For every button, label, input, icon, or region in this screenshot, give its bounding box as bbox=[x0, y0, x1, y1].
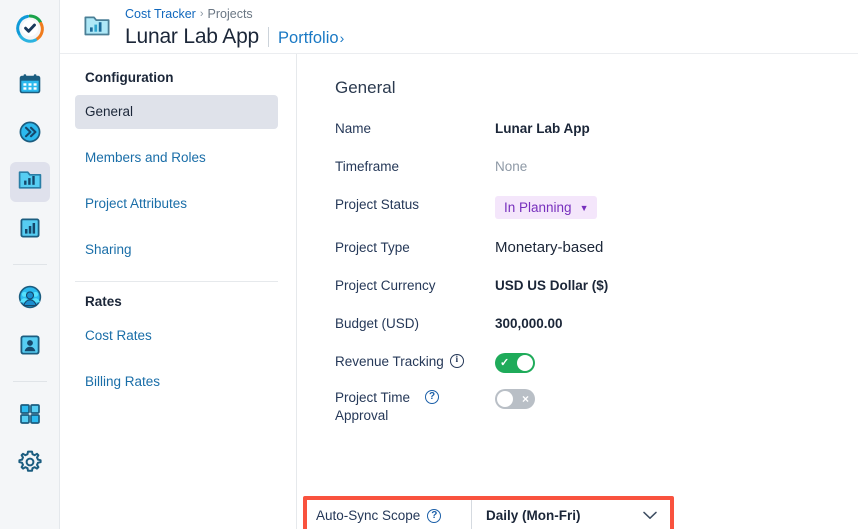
settings-sidebar: Configuration General Members and Roles … bbox=[60, 54, 297, 529]
sidebar-section-configuration-title: Configuration bbox=[75, 70, 278, 85]
field-row-project-status: Project Status In Planning ▼ bbox=[335, 196, 858, 219]
auto-sync-scope-dropdown[interactable]: Daily (Mon-Fri) bbox=[472, 500, 670, 529]
people-group-icon bbox=[17, 284, 43, 315]
page-header: Cost Tracker › Projects Lunar Lab App Po… bbox=[60, 0, 858, 54]
field-row-name: Name Lunar Lab App bbox=[335, 120, 858, 138]
field-label-project-type: Project Type bbox=[335, 239, 495, 257]
rail-item-settings[interactable] bbox=[10, 444, 50, 484]
field-label-project-currency: Project Currency bbox=[335, 277, 495, 295]
field-row-revenue-tracking: Revenue Tracking i ✓ bbox=[335, 353, 858, 373]
status-badge[interactable]: In Planning ▼ bbox=[495, 196, 597, 219]
status-badge-label: In Planning bbox=[504, 200, 572, 215]
field-label-project-status: Project Status bbox=[335, 196, 495, 214]
folder-chart-icon bbox=[17, 167, 43, 198]
field-row-project-type: Project Type Monetary-based bbox=[335, 239, 858, 257]
portfolio-label: Portfolio bbox=[278, 29, 339, 47]
field-label-auto-sync-scope: Auto-Sync Scope bbox=[316, 508, 420, 523]
field-row-budget: Budget (USD) 300,000.00 bbox=[335, 315, 858, 333]
field-value-project-type[interactable]: Monetary-based bbox=[495, 239, 603, 257]
sidebar-item-project-attributes[interactable]: Project Attributes bbox=[75, 187, 278, 221]
auto-sync-scope-highlight: Auto-Sync Scope ? Daily (Mon-Fri) bbox=[303, 496, 674, 529]
field-label-revenue-tracking: Revenue Tracking i bbox=[335, 353, 495, 371]
breadcrumb-current[interactable]: Projects bbox=[208, 7, 253, 22]
project-time-approval-toggle[interactable]: × bbox=[495, 389, 535, 409]
sidebar-item-sharing[interactable]: Sharing bbox=[75, 233, 278, 267]
field-value-name[interactable]: Lunar Lab App bbox=[495, 120, 590, 138]
info-icon[interactable]: i bbox=[450, 354, 464, 368]
field-label-name: Name bbox=[335, 120, 495, 138]
rail-separator-1 bbox=[13, 264, 47, 265]
auto-sync-scope-label-cell: Auto-Sync Scope ? bbox=[307, 500, 472, 529]
field-value-budget[interactable]: 300,000.00 bbox=[495, 315, 563, 333]
content-region: Cost Tracker › Projects Lunar Lab App Po… bbox=[60, 0, 858, 529]
field-row-project-currency: Project Currency USD US Dollar ($) bbox=[335, 277, 858, 295]
title-divider bbox=[268, 27, 269, 47]
chevron-down-icon: ▼ bbox=[580, 203, 589, 213]
field-label-timeframe: Timeframe bbox=[335, 158, 495, 176]
toggle-knob bbox=[517, 355, 533, 371]
breadcrumb-separator: › bbox=[200, 7, 204, 22]
field-row-timeframe: Timeframe None bbox=[335, 158, 858, 176]
header-text-block: Cost Tracker › Projects Lunar Lab App Po… bbox=[125, 4, 344, 50]
chevron-down-icon bbox=[643, 508, 657, 523]
general-settings-panel: General Name Lunar Lab App Timeframe Non… bbox=[297, 54, 858, 529]
user-card-icon bbox=[18, 333, 42, 362]
rail-item-apps[interactable] bbox=[10, 396, 50, 436]
field-label-project-time-approval: Project Time Approval ? bbox=[335, 389, 495, 425]
rail-item-teams[interactable] bbox=[10, 279, 50, 319]
app-logo[interactable] bbox=[10, 8, 50, 48]
help-icon[interactable]: ? bbox=[425, 390, 439, 404]
grid-apps-icon bbox=[18, 402, 42, 431]
nav-gap bbox=[75, 221, 278, 233]
field-row-project-time-approval: Project Time Approval ? × bbox=[335, 389, 858, 425]
nav-gap bbox=[75, 353, 278, 365]
toggle-check-icon: ✓ bbox=[500, 358, 509, 369]
breadcrumb: Cost Tracker › Projects bbox=[125, 7, 344, 22]
folder-chart-icon bbox=[83, 13, 111, 44]
calendar-icon bbox=[18, 72, 42, 101]
portfolio-link[interactable]: Portfolio› bbox=[278, 29, 344, 48]
rail-item-timesheets[interactable] bbox=[10, 114, 50, 154]
title-row: Lunar Lab App Portfolio› bbox=[125, 24, 344, 50]
nav-gap bbox=[75, 129, 278, 141]
sidebar-item-billing-rates[interactable]: Billing Rates bbox=[75, 365, 278, 399]
sidebar-item-general[interactable]: General bbox=[75, 95, 278, 129]
chevron-right-icon: › bbox=[340, 30, 345, 46]
rail-item-projects[interactable] bbox=[10, 162, 50, 202]
rail-item-people[interactable] bbox=[10, 327, 50, 367]
sidebar-item-members-and-roles[interactable]: Members and Roles bbox=[75, 141, 278, 175]
rail-separator-2 bbox=[13, 381, 47, 382]
rail-item-calendar[interactable] bbox=[10, 66, 50, 106]
toggle-knob bbox=[497, 391, 513, 407]
field-label-project-time-approval-text: Project Time Approval bbox=[335, 389, 419, 425]
toggle-cross-icon: × bbox=[522, 393, 529, 405]
bar-chart-icon bbox=[18, 216, 42, 245]
gear-icon bbox=[17, 449, 43, 480]
page-body: Configuration General Members and Roles … bbox=[60, 54, 858, 529]
field-value-timeframe[interactable]: None bbox=[495, 158, 527, 176]
sidebar-divider bbox=[75, 281, 278, 282]
section-title: General bbox=[335, 78, 858, 98]
revenue-tracking-toggle[interactable]: ✓ bbox=[495, 353, 535, 373]
app-window: Cost Tracker › Projects Lunar Lab App Po… bbox=[0, 0, 858, 529]
sidebar-section-rates-title: Rates bbox=[75, 294, 278, 309]
breadcrumb-root[interactable]: Cost Tracker bbox=[125, 7, 196, 22]
rail-item-reports[interactable] bbox=[10, 210, 50, 250]
sidebar-item-cost-rates[interactable]: Cost Rates bbox=[75, 319, 278, 353]
field-value-project-currency[interactable]: USD US Dollar ($) bbox=[495, 277, 608, 295]
field-label-revenue-tracking-text: Revenue Tracking bbox=[335, 353, 444, 371]
auto-sync-scope-value: Daily (Mon-Fri) bbox=[486, 508, 581, 523]
field-label-budget: Budget (USD) bbox=[335, 315, 495, 333]
chevrons-right-icon bbox=[18, 120, 42, 149]
nav-gap bbox=[75, 175, 278, 187]
page-title: Lunar Lab App bbox=[125, 24, 259, 50]
help-icon[interactable]: ? bbox=[427, 509, 441, 523]
global-nav-rail bbox=[0, 0, 60, 529]
